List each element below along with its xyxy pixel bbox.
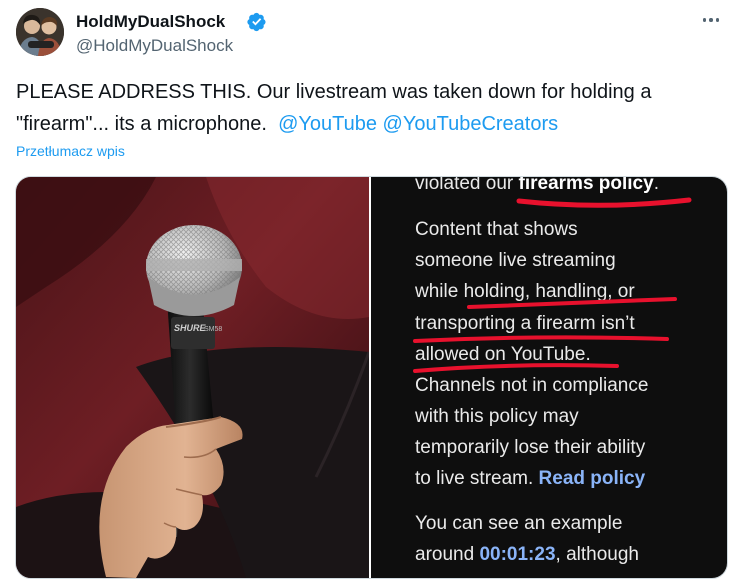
tweet-text-line-1: PLEASE ADDRESS THIS. Our livestream was … xyxy=(16,81,652,103)
tweet-text: PLEASE ADDRESS THIS. Our livestream was … xyxy=(16,76,716,140)
handle[interactable]: @HoldMyDualShock xyxy=(76,36,233,56)
mic-model-label: SM58 xyxy=(204,326,222,333)
tweet-media[interactable]: SHURE SM58 violated our firearms policy.… xyxy=(15,176,728,579)
tweet-text-line-2: "firearm"... its a microphone. @YouTube … xyxy=(16,108,716,140)
mic-brand-label: SHURE xyxy=(174,323,207,333)
tweet-text-line-2-prefix: "firearm"... its a microphone. xyxy=(16,113,267,135)
red-underline-marks xyxy=(413,197,692,373)
microphone-photo[interactable]: SHURE SM58 xyxy=(16,177,369,578)
mention-youtubecreators[interactable]: @YouTubeCreators xyxy=(383,113,559,135)
avatar[interactable] xyxy=(16,8,64,56)
mention-youtube[interactable]: @YouTube xyxy=(278,113,377,135)
verified-badge-icon[interactable] xyxy=(247,12,267,32)
policy-screenshot[interactable]: violated our firearms policy. Content th… xyxy=(371,177,727,578)
display-name[interactable]: HoldMyDualShock xyxy=(76,12,225,32)
avatar-illustration xyxy=(16,8,64,56)
translate-post-link[interactable]: Przetłumacz wpis xyxy=(16,143,125,159)
more-options-icon[interactable] xyxy=(696,6,726,34)
